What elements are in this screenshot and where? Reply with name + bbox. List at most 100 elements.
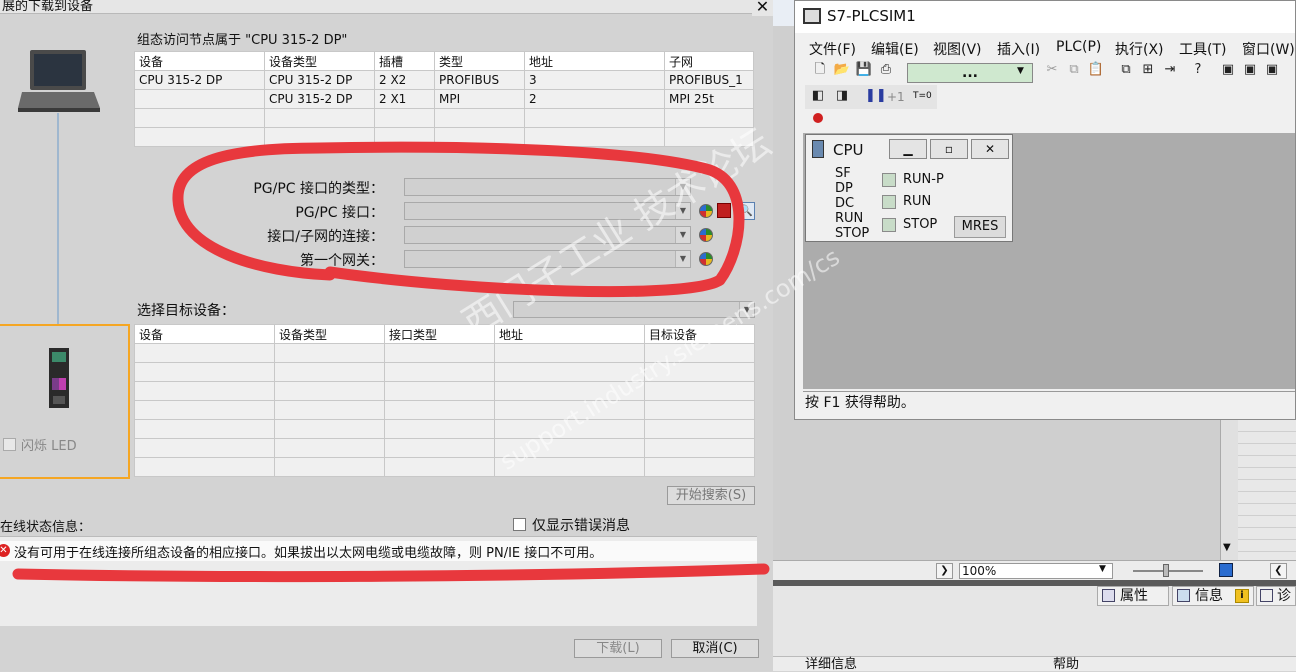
info-icon xyxy=(1177,589,1190,602)
table-row xyxy=(134,419,755,439)
timer-reset[interactable]: T=0 xyxy=(913,91,932,101)
table-row[interactable]: CPU 315-2 DP 2 X1 MPI 2 MPI 25t xyxy=(134,89,754,109)
menu-plc[interactable]: PLC(P) xyxy=(1056,39,1101,55)
table-row xyxy=(134,457,755,477)
cell: 2 xyxy=(524,89,665,109)
menu-view[interactable]: 视图(V) xyxy=(933,39,982,59)
input-var-icon[interactable]: ▣ xyxy=(1219,61,1237,79)
run-switch[interactable] xyxy=(882,195,896,209)
scroll-left-icon[interactable]: ❮ xyxy=(1270,563,1287,579)
menu-window[interactable]: 窗口(W) xyxy=(1242,39,1295,59)
col-type: 类型 xyxy=(434,51,525,71)
minimize-button[interactable]: ▁ xyxy=(889,139,927,159)
target-device-frame: 闪烁 LED xyxy=(0,324,130,479)
col-device: 设备 xyxy=(134,324,275,344)
properties-icon[interactable] xyxy=(717,203,731,218)
diagnose-icon[interactable]: 🔍 xyxy=(737,202,755,220)
status-list: ✕ 没有可用于在线连接所组态设备的相应接口。如果拔出以太网电缆或电缆故障，则 P… xyxy=(0,536,757,626)
led-run: RUN xyxy=(835,211,864,226)
download-dialog: 展的下载到设备 ✕ 组态访问节点属于 "CPU 315-2 DP" 设备 设备类… xyxy=(0,0,773,671)
run-p-label: RUN-P xyxy=(903,172,944,187)
chevron-down-icon: ▼ xyxy=(675,251,690,267)
status-bar: 按 F1 获得帮助。 xyxy=(803,391,1295,413)
menu-file[interactable]: 文件(F) xyxy=(809,39,856,59)
copy-icon[interactable]: ⧉ xyxy=(1065,61,1083,79)
col-device: 设备 xyxy=(134,51,265,71)
cancel-button[interactable]: 取消(C) xyxy=(671,639,759,658)
cycle-plus[interactable]: +1 xyxy=(887,90,905,104)
zoom-slider-thumb[interactable] xyxy=(1163,564,1169,577)
menu-edit[interactable]: 编辑(E) xyxy=(871,39,919,59)
list-item[interactable]: ✕ 没有可用于在线连接所组态设备的相应接口。如果拔出以太网电缆或电缆故障，则 P… xyxy=(0,541,757,561)
vertical-scrollbar[interactable]: ▼ xyxy=(1220,420,1238,560)
close-button[interactable]: ✕ xyxy=(971,139,1009,159)
stop-switch[interactable] xyxy=(882,218,896,232)
continuous-scan-icon[interactable]: ◨ xyxy=(833,87,851,105)
pause-icon[interactable]: ❚❚ xyxy=(865,87,887,105)
access-combo[interactable]: ... xyxy=(907,63,1033,83)
menu-execute[interactable]: 执行(X) xyxy=(1115,39,1164,59)
gateway-label: 第一个网关： xyxy=(300,253,384,269)
cell: 3 xyxy=(524,70,665,90)
plc-module-icon xyxy=(49,348,69,408)
connection-line xyxy=(57,113,59,325)
single-scan-icon[interactable]: ◧ xyxy=(809,87,827,105)
detail-bar: 详细信息 帮助 xyxy=(773,656,1296,672)
tile-icon[interactable]: ⊞ xyxy=(1139,61,1157,79)
select-target-label: 选择目标设备： xyxy=(137,303,235,319)
led-sf: SF xyxy=(835,166,851,181)
cell: PROFIBUS xyxy=(434,70,525,90)
new-icon[interactable]: 🗋 xyxy=(811,61,829,79)
status-shield-icon xyxy=(699,228,713,242)
only-errors-label: 仅显示错误消息 xyxy=(532,518,630,534)
menu-tools[interactable]: 工具(T) xyxy=(1179,39,1226,59)
table-row[interactable]: CPU 315-2 DP CPU 315-2 DP 2 X2 PROFIBUS … xyxy=(134,70,754,90)
cpu-window: CPU ▁ ▫ ✕ SF DP DC RUN STOP RUN-P RUN ST… xyxy=(805,134,1013,242)
col-address: 地址 xyxy=(524,51,665,71)
chevron-down-icon: ▼ xyxy=(1099,564,1106,574)
help-label: 帮助 xyxy=(1053,657,1080,672)
record-icon[interactable] xyxy=(813,113,823,123)
close-button[interactable]: ✕ xyxy=(752,0,773,16)
chevron-down-icon: ▼ xyxy=(1223,542,1231,553)
flash-led-checkbox[interactable] xyxy=(3,438,16,451)
tab-diagnostics[interactable]: 诊 xyxy=(1256,586,1296,606)
tab-info[interactable]: 信息 i xyxy=(1172,586,1254,606)
portal-grid xyxy=(1238,420,1296,560)
cell: CPU 315-2 DP xyxy=(264,89,375,109)
print-icon[interactable]: ⎙ xyxy=(877,61,895,79)
flash-led-label: 闪烁 LED xyxy=(21,439,77,454)
paste-icon[interactable]: 📋 xyxy=(1087,61,1105,79)
download-button[interactable]: 下载(L) xyxy=(574,639,662,658)
cell: CPU 315-2 DP xyxy=(134,70,265,90)
status-shield-icon xyxy=(699,252,713,266)
start-search-button[interactable]: 开始搜索(S) xyxy=(667,486,755,505)
mres-button[interactable]: MRES xyxy=(954,216,1006,238)
cut-icon[interactable]: ✂ xyxy=(1043,61,1061,79)
col-device-type: 设备类型 xyxy=(274,324,385,344)
tab-properties[interactable]: 属性 xyxy=(1097,586,1169,606)
cell xyxy=(134,89,265,109)
tab-label: 信息 xyxy=(1195,588,1223,604)
scroll-right-icon[interactable]: ❯ xyxy=(936,563,953,579)
help-icon[interactable]: ? xyxy=(1189,61,1207,79)
pc-icon xyxy=(18,50,100,112)
save-icon[interactable]: 💾 xyxy=(855,61,873,79)
run-p-switch[interactable] xyxy=(882,173,896,187)
insert-icon[interactable]: ⇥ xyxy=(1161,61,1179,79)
fit-icon[interactable] xyxy=(1219,563,1233,577)
output-var-icon[interactable]: ▣ xyxy=(1241,61,1259,79)
table-row xyxy=(134,400,755,420)
bit-memory-icon[interactable]: ▣ xyxy=(1263,61,1281,79)
chevron-down-icon: ▼ xyxy=(1017,66,1024,76)
open-icon[interactable]: 📂 xyxy=(833,61,851,79)
zoom-combo[interactable]: 100% xyxy=(959,563,1113,579)
cascade-icon[interactable]: ⧉ xyxy=(1117,61,1135,79)
info-badge-icon: i xyxy=(1235,589,1249,603)
maximize-button[interactable]: ▫ xyxy=(930,139,968,159)
toolbar-main: 🗋 📂 💾 ⎙ ... ▼ ✂ ⧉ 📋 ⧉ ⊞ ⇥ ? ▣ ▣ ▣ xyxy=(805,61,1295,85)
cpu-title: CPU xyxy=(833,141,864,159)
only-errors-checkbox[interactable] xyxy=(513,518,526,531)
tab-label: 诊 xyxy=(1277,588,1291,604)
menu-insert[interactable]: 插入(I) xyxy=(997,39,1040,59)
